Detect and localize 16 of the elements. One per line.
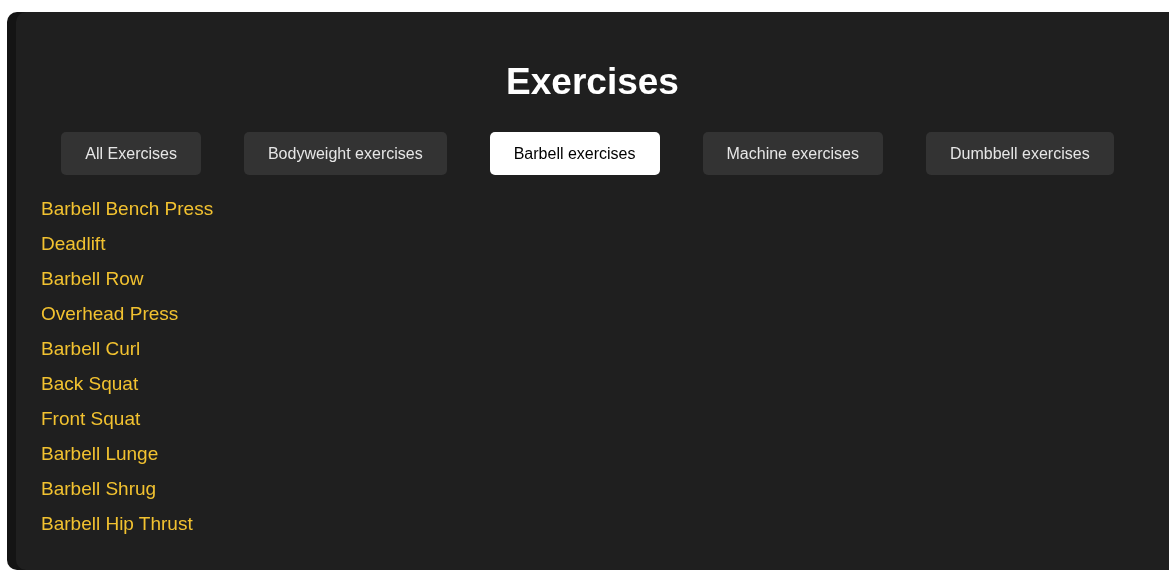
page-title: Exercises — [505, 60, 680, 104]
exercise-link[interactable]: Back Squat — [41, 372, 139, 397]
exercise-link[interactable]: Barbell Shrug — [41, 477, 157, 502]
filter-tab[interactable]: Dumbbell exercises — [926, 132, 1114, 176]
exercise-link[interactable]: Barbell Hip Thrust — [41, 512, 193, 537]
filter-tab[interactable]: Machine exercises — [702, 132, 883, 176]
filter-tab[interactable]: All Exercises — [61, 132, 201, 176]
exercise-link[interactable]: Barbell Row — [41, 267, 144, 292]
exercise-link[interactable]: Barbell Bench Press — [41, 197, 214, 222]
filter-tab[interactable]: Barbell exercises — [489, 132, 660, 176]
exercise-link[interactable]: Deadlift — [41, 232, 106, 257]
exercise-link[interactable]: Front Squat — [41, 407, 141, 432]
filter-tab[interactable]: Bodyweight exercises — [243, 132, 447, 176]
exercise-link[interactable]: Barbell Curl — [41, 337, 141, 362]
exercise-link[interactable]: Barbell Lunge — [41, 442, 159, 467]
exercise-link[interactable]: Overhead Press — [41, 302, 179, 327]
